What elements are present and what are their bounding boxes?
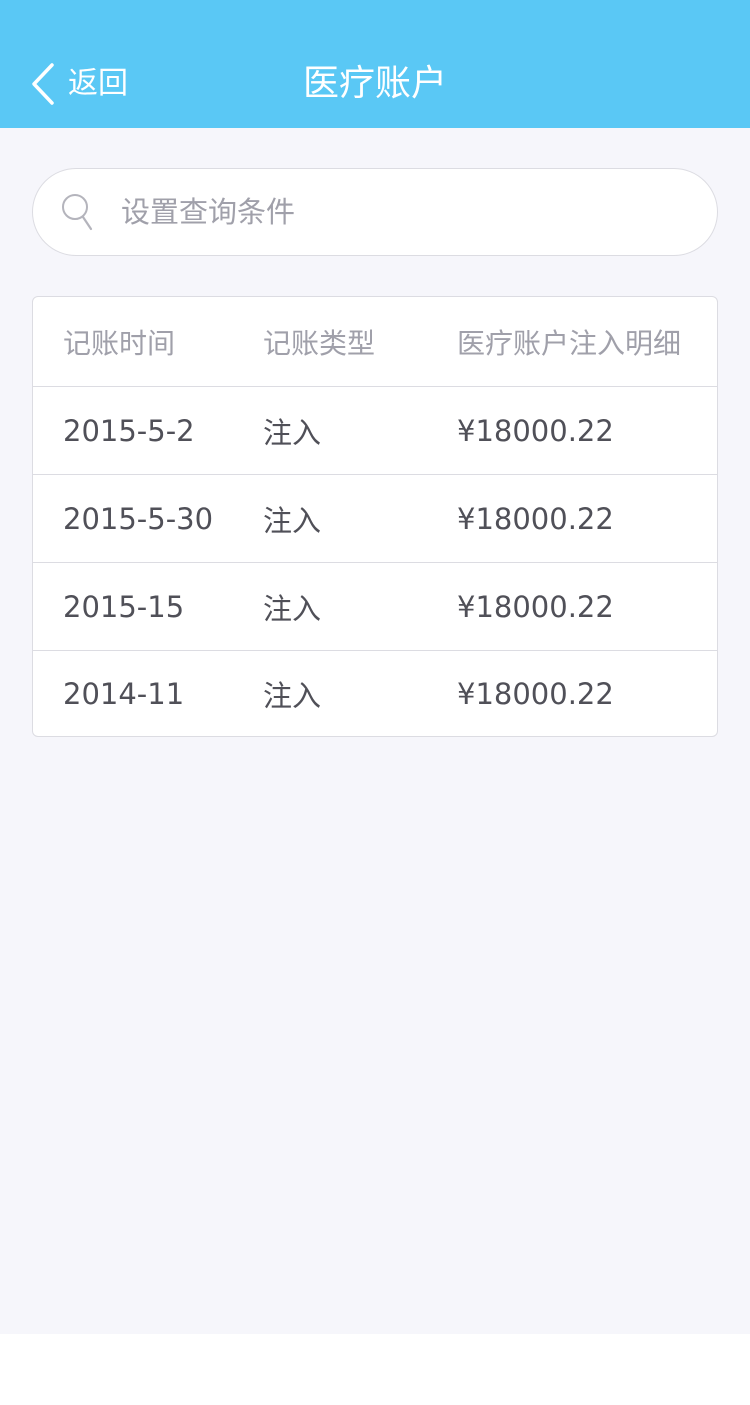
row-date: 2014-11 [63,676,185,711]
table-row[interactable]: 2015-5-2 注入 ¥18000.22 [33,387,717,475]
table-header: 记账时间 记账类型 医疗账户注入明细 [33,297,717,387]
row-amount: ¥18000.22 [457,413,614,448]
table-row[interactable]: 2015-15 注入 ¥18000.22 [33,563,717,651]
back-label: 返回 [68,66,128,101]
table-row[interactable]: 2014-11 注入 ¥18000.22 [33,651,717,736]
search-icon [62,194,93,231]
table-row[interactable]: 2015-5-30 注入 ¥18000.22 [33,475,717,563]
column-header-amount: 医疗账户注入明细 [457,326,682,360]
row-date: 2015-5-30 [63,501,214,536]
search-input[interactable] [121,182,717,242]
row-type: 注入 [263,415,322,450]
back-button[interactable]: 返回 [28,58,128,110]
search-bar[interactable] [32,168,718,256]
row-amount: ¥18000.22 [457,501,614,536]
chevron-left-icon [32,63,54,105]
row-amount: ¥18000.22 [457,676,614,711]
row-type: 注入 [263,591,322,626]
records-table: 记账时间 记账类型 医疗账户注入明细 2015-5-2 注入 ¥18000.22… [32,296,718,737]
row-amount: ¥18000.22 [457,589,614,624]
nav-bar: 返回 医疗账户 [0,0,750,128]
screen: 返回 医疗账户 记账时间 记账类型 医疗账户注入明细 2015-5-2 注入 ¥… [0,0,750,1405]
row-type: 注入 [263,678,322,713]
column-header-date: 记账时间 [63,326,176,360]
row-date: 2015-5-2 [63,413,195,448]
row-type: 注入 [263,503,322,538]
row-date: 2015-15 [63,589,185,624]
column-header-type: 记账类型 [263,326,376,360]
